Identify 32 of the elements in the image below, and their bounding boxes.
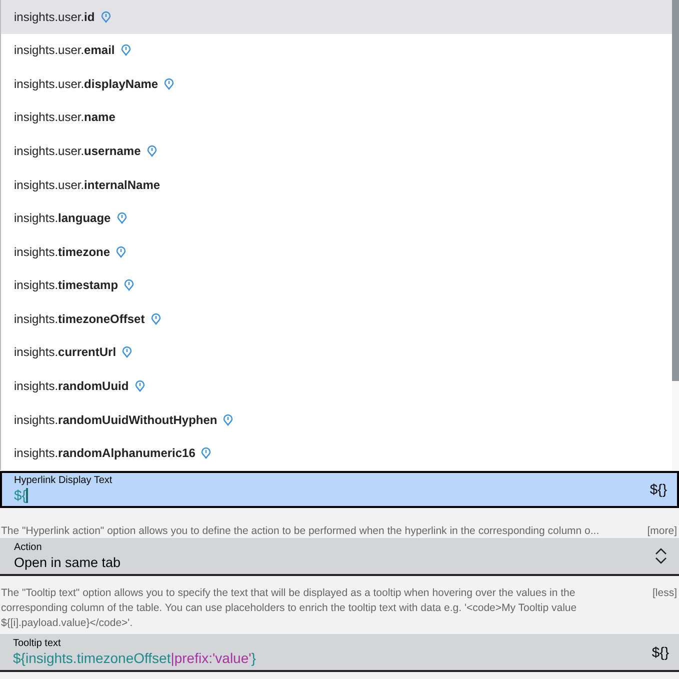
suggestion-text: insights.language — [14, 210, 111, 228]
placeholder-button[interactable]: ${} — [652, 642, 669, 662]
scrollbar-thumb[interactable] — [672, 0, 679, 381]
more-link[interactable]: [more] — [647, 524, 677, 538]
suggestion-text: insights.timestamp — [14, 277, 118, 294]
suggestion-text: insights.user.displayName — [14, 76, 158, 93]
suggestion-text: insights.currentUrl — [14, 344, 116, 362]
select-value: Open in same tab — [14, 554, 122, 570]
suggestion-text: insights.randomUuid — [14, 378, 129, 395]
action-select[interactable]: Action Open in same tab — [0, 538, 679, 576]
suggestion-text: insights.user.username — [14, 143, 141, 160]
field-label: Tooltip text — [13, 638, 62, 650]
field-value: ${ — [14, 487, 30, 504]
select-label: Action — [14, 542, 43, 554]
help-text: The "Hyperlink action" option allows you to define the action to be performed when the hyperlink in the corresponding column o... — [1, 524, 600, 538]
suggestion-text: insights.user.email — [14, 42, 115, 60]
placeholder-button[interactable]: ${} — [650, 479, 667, 500]
text-field[interactable]: Tooltip text ${insights.timezoneOffset|prefix:'value'} ${} — [0, 634, 679, 672]
suggestion-text: insights.randomUuidWithoutHyphen — [14, 412, 218, 429]
help-text: The "Tooltip text" option allows you to specify the text that will be displayed as a tooltip when hovering over the values in the corresponding column of the table. You can use placeholders to enrich the tooltip text with data e.g. '<code>My Tooltip value ${[i].payload.value}</code>'. — [1, 586, 578, 631]
suggestion-text: insights.user.internalName — [14, 176, 160, 194]
suggestion-text: insights.user.id — [14, 8, 95, 26]
text-field[interactable]: Hyperlink Display Text ${ ${} — [0, 471, 679, 508]
suggestion-item[interactable]: insights.user.id — [1, 0, 672, 34]
field-label: Hyperlink Display Text — [14, 475, 114, 487]
less-link[interactable]: [less] — [652, 586, 677, 601]
suggestion-text: insights.randomAlphanumeric16 — [14, 445, 196, 462]
suggestion-text: insights.timezone — [14, 244, 110, 261]
chevron-up-down-icon — [655, 547, 667, 565]
suggestion-text: insights.user.name — [14, 109, 116, 126]
field-value: ${insights.timezoneOffset|prefix:'value'} — [13, 650, 257, 666]
suggestion-text: insights.timezoneOffset — [14, 310, 145, 328]
